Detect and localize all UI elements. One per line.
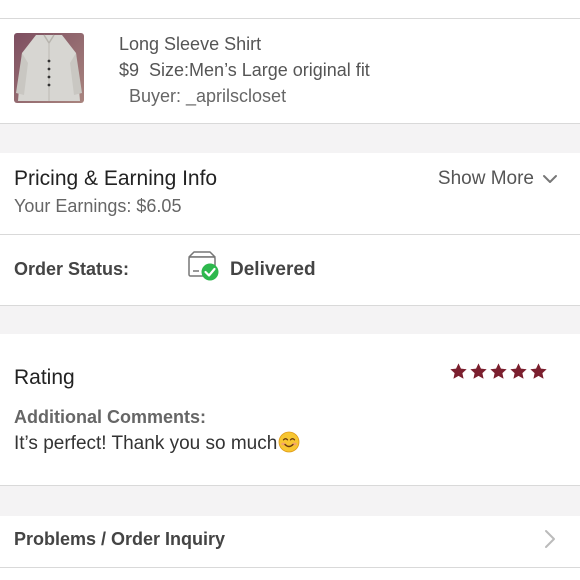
order-status-value: Delivered <box>230 259 316 280</box>
top-divider <box>0 18 580 19</box>
problems-order-inquiry-row[interactable]: Problems / Order Inquiry <box>0 516 580 567</box>
star-icon <box>510 363 527 379</box>
shirt-photo-icon <box>14 33 84 103</box>
item-title: Long Sleeve Shirt <box>119 34 262 54</box>
show-more-label: Show More <box>437 168 534 189</box>
section-gap <box>0 306 580 334</box>
order-item[interactable]: Long Sleeve Shirt $9 Size:Men’s Large ori… <box>0 20 580 123</box>
section-gap <box>0 124 580 153</box>
chevron-down-icon <box>543 175 557 183</box>
item-thumbnail[interactable] <box>14 33 84 103</box>
star-icon <box>530 363 547 379</box>
additional-comments-label: Additional Comments: <box>14 407 206 427</box>
star-icon <box>490 363 507 379</box>
show-more-button[interactable]: Show More <box>438 168 558 190</box>
bottom-divider <box>0 567 580 568</box>
delivered-box-icon <box>188 251 219 281</box>
rating-title: Rating <box>14 366 75 389</box>
pricing-title: Pricing & Earning Info <box>14 167 218 190</box>
item-price: $9 <box>119 60 140 80</box>
smiling-face-emoji-icon <box>278 431 300 453</box>
star-icon <box>470 363 487 379</box>
rating-stars <box>449 362 548 381</box>
item-size: Size:Men’s Large original fit <box>149 60 370 80</box>
problems-label: Problems / Order Inquiry <box>14 529 226 549</box>
section-gap <box>0 486 580 516</box>
star-icon <box>450 363 467 379</box>
item-price-size: $9 Size:Men’s Large original fit <box>119 60 370 81</box>
item-buyer[interactable]: Buyer: _aprilscloset <box>129 86 286 107</box>
divider <box>0 234 580 235</box>
order-details-page: Long Sleeve Shirt $9 Size:Men’s Large ori… <box>0 0 580 580</box>
comments-body: It’s perfect! Thank you so much <box>14 433 278 454</box>
order-status-label: Order Status: <box>14 259 130 279</box>
earnings-text: Your Earnings: $6.05 <box>14 196 182 216</box>
chevron-right-icon <box>545 530 555 548</box>
comments-text: It’s perfect! Thank you so much <box>14 431 300 455</box>
